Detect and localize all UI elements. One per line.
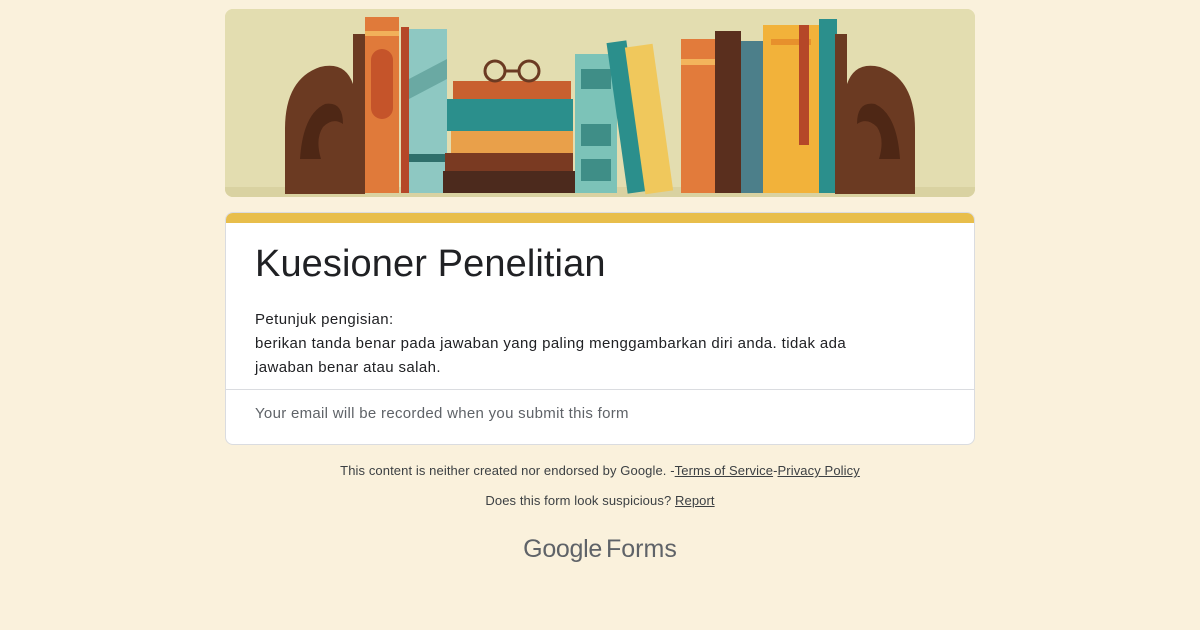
description-line: Petunjuk pengisian: — [255, 311, 394, 328]
forms-wordmark: Forms — [606, 535, 677, 563]
description-line: berikan tanda benar pada jawaban yang pa… — [255, 335, 847, 352]
footer-report-line: Does this form look suspicious? Report — [0, 493, 1200, 508]
description-line: jawaban benar atau salah. — [255, 359, 441, 376]
header-banner-image — [225, 9, 975, 197]
bookshelf-illustration — [225, 9, 975, 197]
google-wordmark: Google — [523, 535, 602, 563]
form-description: Petunjuk pengisian: berikan tanda benar … — [255, 308, 915, 380]
email-recorded-note: Your email will be recorded when you sub… — [255, 405, 629, 422]
form-title: Kuesioner Penelitian — [255, 243, 606, 285]
footer-disclaimer: This content is neither created nor endo… — [0, 463, 1200, 478]
google-forms-logo[interactable]: Google Forms — [0, 535, 1200, 564]
terms-of-service-link[interactable]: Terms of Service — [675, 463, 773, 478]
suspicious-text: Does this form look suspicious? — [485, 493, 672, 508]
card-divider — [226, 389, 974, 390]
report-link[interactable]: Report — [675, 493, 715, 508]
disclaimer-text: This content is neither created nor endo… — [340, 463, 667, 478]
form-title-card: Kuesioner Penelitian Petunjuk pengisian:… — [225, 212, 975, 445]
privacy-policy-link[interactable]: Privacy Policy — [778, 463, 860, 478]
card-accent-bar — [226, 213, 974, 223]
